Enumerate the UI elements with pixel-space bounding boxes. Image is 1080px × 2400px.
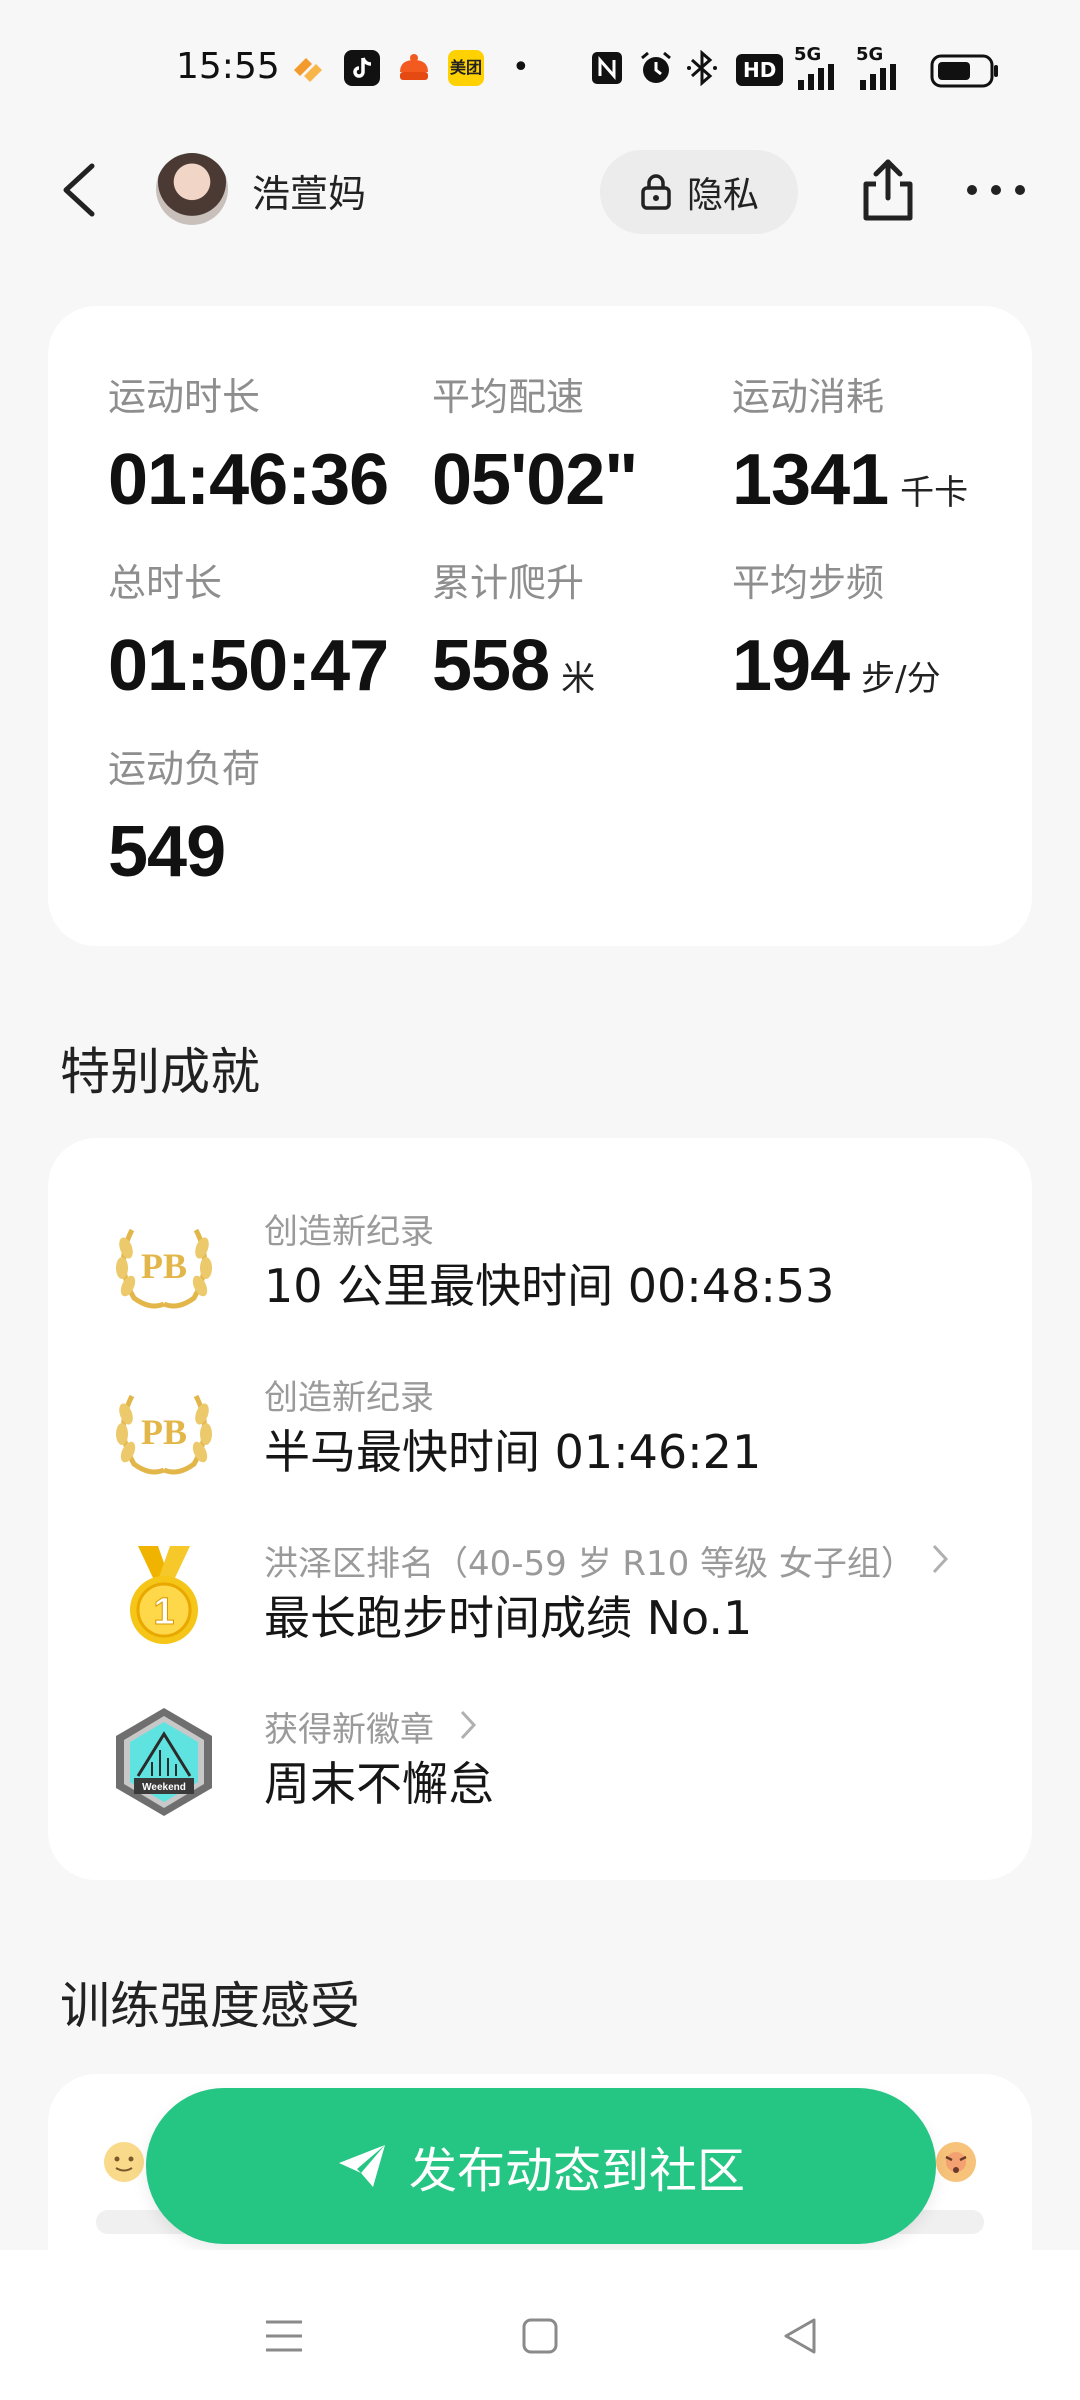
achievement-title: 周末不懈怠 — [264, 1757, 494, 1811]
network-label: 5G — [794, 44, 822, 65]
stat-value: 194 — [732, 626, 850, 706]
signal-bars-icon — [860, 64, 896, 90]
publish-label: 发布动态到社区 — [408, 2143, 745, 2199]
user-name[interactable]: 浩萱妈 — [252, 163, 366, 218]
achievement-item[interactable]: PB 创造新纪录 半马最快时间 01:46:21 — [48, 1370, 1032, 1520]
pb-laurel-icon: PB — [116, 1394, 212, 1475]
pb-laurel-icon: PB — [116, 1228, 212, 1309]
achievements-card: PB 创造新纪录 10 公里最快时间 00:48:53 PB 创造新纪录 半马最… — [48, 1138, 1032, 1880]
pb-text: PB — [141, 1412, 187, 1452]
stat-label: 平均配速 — [432, 375, 585, 419]
stat-duration: 运动时长 01:46:36 — [108, 366, 389, 521]
stat-training-load: 运动负荷 549 — [108, 738, 260, 893]
stat-label: 平均步频 — [732, 561, 885, 605]
workout-stats-card: 运动时长 01:46:36 平均配速 05'02" 运动消耗 1341 千卡 总时… — [48, 306, 1032, 946]
stat-value: 05'02" — [432, 440, 638, 520]
signal-5g-icon: 5G — [794, 46, 842, 94]
nfc-icon — [592, 52, 622, 84]
menu-icon[interactable] — [260, 2312, 308, 2360]
stat-calories: 运动消耗 1341 千卡 — [732, 366, 968, 521]
chevron-right-icon[interactable] — [930, 1542, 952, 1576]
medal-number: 1 — [153, 1591, 174, 1633]
share-icon[interactable] — [858, 158, 918, 224]
pb-text: PB — [141, 1246, 187, 1286]
stat-total-time: 总时长 01:50:47 — [108, 552, 389, 707]
stat-label: 运动消耗 — [732, 375, 885, 419]
intensity-title: 训练强度感受 — [60, 1977, 360, 2035]
more-options-icon[interactable] — [964, 170, 1028, 210]
signal-bars-icon — [798, 64, 834, 90]
network-label: 5G — [856, 44, 884, 65]
achievement-subtitle: 创造新纪录 — [264, 1378, 434, 1418]
chevron-right-icon[interactable] — [458, 1708, 480, 1742]
lock-icon — [641, 174, 671, 210]
exhausted-face-icon[interactable] — [934, 2140, 978, 2184]
stat-label: 运动负荷 — [108, 747, 261, 791]
status-time: 15:55 — [176, 46, 280, 87]
achievement-subtitle: 创造新纪录 — [264, 1212, 434, 1252]
achievement-item[interactable]: 1 洪泽区排名（40-59 岁 R10 等级 女子组） 最长跑步时间成绩 No.… — [48, 1536, 1032, 1686]
achievement-title: 半马最快时间 01:46:21 — [264, 1425, 762, 1479]
back-button[interactable] — [52, 160, 112, 220]
taobao-icon — [400, 54, 428, 80]
stat-unit: 米 — [561, 659, 596, 699]
achievement-subtitle: 获得新徽章 — [264, 1710, 434, 1750]
send-icon — [338, 2145, 385, 2187]
battery-icon — [930, 54, 998, 88]
avatar[interactable] — [156, 153, 228, 225]
back-nav-icon[interactable] — [776, 2312, 824, 2360]
privacy-label: 隐私 — [686, 175, 759, 216]
home-icon[interactable] — [516, 2312, 564, 2360]
publish-to-community-button[interactable]: 发布动态到社区 — [146, 2088, 936, 2244]
stat-cadence: 平均步频 194 步/分 — [732, 552, 941, 707]
weekend-badge-icon: Weekend — [116, 1708, 212, 1816]
stat-avg-pace: 平均配速 05'02" — [432, 366, 638, 521]
stat-unit: 千卡 — [900, 473, 969, 513]
stat-value: 1341 — [732, 440, 889, 520]
achievement-item[interactable]: Weekend 获得新徽章 周末不懈怠 — [48, 1702, 1032, 1852]
stat-unit: 步/分 — [861, 659, 941, 699]
status-dot: • — [512, 50, 530, 85]
stat-label: 总时长 — [108, 561, 223, 605]
easy-face-icon[interactable] — [102, 2140, 146, 2184]
gold-medal-icon: 1 — [130, 1546, 198, 1644]
alarm-icon — [641, 51, 671, 83]
hd-icon: HD — [736, 54, 784, 86]
achievement-subtitle: 洪泽区排名（40-59 岁 R10 等级 女子组） — [264, 1544, 915, 1584]
signal-5g-icon: 5G — [856, 46, 904, 94]
achievements-title: 特别成就 — [60, 1043, 260, 1101]
bluetooth-icon — [687, 50, 717, 86]
achievement-item[interactable]: PB 创造新纪录 10 公里最快时间 00:48:53 — [48, 1204, 1032, 1354]
stat-value: 01:46:36 — [108, 440, 389, 520]
hotel-app-icon — [294, 58, 322, 82]
stat-elevation-gain: 累计爬升 558 米 — [432, 552, 595, 707]
stat-value: 549 — [108, 812, 226, 892]
tiktok-icon — [344, 50, 380, 86]
stat-value: 558 — [432, 626, 550, 706]
stat-value: 01:50:47 — [108, 626, 389, 706]
stat-label: 运动时长 — [108, 375, 261, 419]
meituan-icon: 美团 — [448, 50, 484, 86]
achievement-title: 10 公里最快时间 00:48:53 — [264, 1259, 835, 1313]
badge-text: Weekend — [142, 1782, 186, 1793]
status-bar: 15:55 美团 • HD 5G 5G — [0, 0, 1080, 140]
achievement-title: 最长跑步时间成绩 No.1 — [264, 1591, 753, 1645]
stat-label: 累计爬升 — [432, 561, 585, 605]
privacy-button[interactable]: 隐私 — [600, 150, 798, 234]
